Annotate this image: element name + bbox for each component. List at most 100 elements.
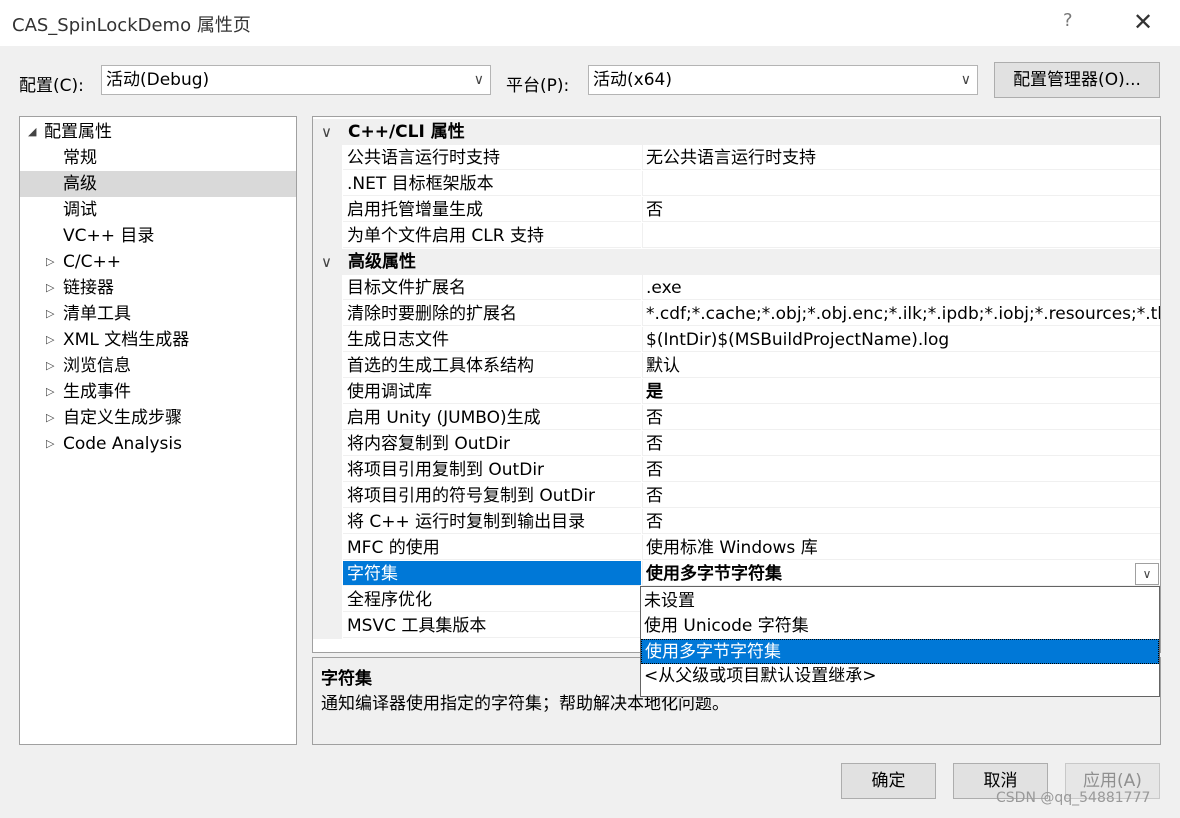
dropdown-option[interactable]: 使用多字节字符集 [641,639,1159,664]
grid-row[interactable]: 首选的生成工具体系结构 默认 [313,353,1160,379]
tree-item[interactable]: 调试 [20,197,296,223]
collapsed-arrow-icon[interactable]: ▷ [46,275,54,301]
platform-combo[interactable]: 活动(x64) ∨ [588,65,978,95]
grid-row[interactable]: 目标文件扩展名 .exe [313,275,1160,301]
grid-row[interactable]: .NET 目标框架版本 [313,171,1160,197]
chevron-down-icon[interactable]: ∨ [1135,563,1159,585]
tree-item[interactable]: ▷ 生成事件 [20,379,296,405]
collapsed-arrow-icon[interactable]: ▷ [46,301,54,327]
grid-gutter [313,327,342,353]
grid-row[interactable]: 将内容复制到 OutDir 否 [313,431,1160,457]
dropdown-option[interactable]: 未设置 [641,589,1159,614]
tree-item[interactable]: ▷ Code Analysis [20,431,296,457]
close-button[interactable]: ✕ [1133,8,1153,36]
dropdown-option[interactable]: 使用 Unicode 字符集 [641,614,1159,639]
collapsed-arrow-icon[interactable]: ▷ [46,431,54,457]
grid-gutter [313,509,342,535]
property-name[interactable]: 使用调试库 [343,379,641,404]
tree-item[interactable]: ▷ 链接器 [20,275,296,301]
property-name[interactable]: 生成日志文件 [343,327,641,352]
chevron-down-icon[interactable]: ∨ [321,119,332,145]
property-value[interactable]: 否 [642,431,1160,456]
property-grid: ∨ C++/CLI 属性 公共语言运行时支持 无公共语言运行时支持 .NET 目标框架版… [312,116,1161,653]
grid-row[interactable]: 启用托管增量生成否 [313,197,1160,223]
grid-category[interactable]: ∨ 高级属性 [313,249,1160,275]
property-name[interactable]: 首选的生成工具体系结构 [343,353,641,378]
collapsed-arrow-icon[interactable]: ▷ [46,249,54,275]
property-value[interactable]: 否 [642,197,1160,222]
grid-gutter [313,145,342,171]
property-value[interactable]: 是 [642,379,1160,404]
grid-row[interactable]: 将项目引用复制到 OutDir 否 [313,457,1160,483]
tree-item[interactable]: 高级 [20,171,296,197]
property-name[interactable]: 将项目引用复制到 OutDir [343,457,641,482]
grid-gutter [313,535,342,561]
property-value[interactable]: 无公共语言运行时支持 [642,145,1160,170]
property-name[interactable]: MFC 的使用 [343,535,641,560]
property-value[interactable]: 默认 [642,353,1160,378]
property-name[interactable]: 目标文件扩展名 [343,275,641,300]
tree-item-label: 调试 [63,200,97,220]
tree-item[interactable]: ▷ 清单工具 [20,301,296,327]
grid-row[interactable]: 为单个文件启用 CLR 支持 [313,223,1160,249]
collapsed-arrow-icon[interactable]: ▷ [46,405,54,431]
property-value[interactable]: $(IntDir)$(MSBuildProjectName).log [642,327,1160,352]
property-name[interactable]: 启用托管增量生成 [343,197,641,222]
property-name[interactable]: 清除时要删除的扩展名 [343,301,641,326]
collapsed-arrow-icon[interactable]: ▷ [46,327,54,353]
tree-item[interactable]: ▷ XML 文档生成器 [20,327,296,353]
chevron-down-icon[interactable]: ∨ [321,249,332,275]
property-value[interactable]: .exe [642,275,1160,300]
grid-row[interactable]: 启用 Unity (JUMBO)生成否 [313,405,1160,431]
help-button[interactable]: ? [1063,10,1073,31]
watermark: CSDN @qq_54881777 [996,790,1151,806]
grid-category[interactable]: ∨ C++/CLI 属性 [313,119,1160,145]
property-value[interactable]: *.cdf;*.cache;*.obj;*.obj.enc;*.ilk;*.ip… [642,301,1160,326]
grid-row[interactable]: 字符集 使用多字节字符集 ∨ [313,561,1160,587]
dropdown-option[interactable]: <从父级或项目默认设置继承> [641,664,1159,689]
grid-row[interactable]: 生成日志文件 $(IntDir)$(MSBuildProjectName).log [313,327,1160,353]
property-name[interactable]: .NET 目标框架版本 [343,171,641,196]
expanded-arrow-icon[interactable]: ◢ [28,119,36,145]
property-value[interactable] [642,223,1160,248]
description-title: 字符集 [321,669,372,689]
collapsed-arrow-icon[interactable]: ▷ [46,353,54,379]
config-combo[interactable]: 活动(Debug) ∨ [101,65,491,95]
property-value[interactable]: 否 [642,405,1160,430]
property-value[interactable]: 否 [642,509,1160,534]
property-name[interactable]: MSVC 工具集版本 [343,613,641,638]
grid-row[interactable]: MFC 的使用 使用标准 Windows 库 [313,535,1160,561]
tree-item[interactable]: ◢ 配置属性 [20,119,296,145]
property-name[interactable]: 启用 Unity (JUMBO)生成 [343,405,641,430]
property-name[interactable]: 全程序优化 [343,587,641,612]
tree-item-label: 清单工具 [63,304,131,324]
property-value[interactable]: 否 [642,457,1160,482]
ok-button[interactable]: 确定 [841,763,936,799]
property-name[interactable]: 将项目引用的符号复制到 OutDir [343,483,641,508]
property-name[interactable]: 为单个文件启用 CLR 支持 [343,223,641,248]
tree-item[interactable]: 常规 [20,145,296,171]
property-value[interactable]: 使用多字节字符集 [642,561,1160,586]
grid-gutter [313,431,342,457]
grid-row[interactable]: 清除时要删除的扩展名 *.cdf;*.cache;*.obj;*.obj.enc;… [313,301,1160,327]
grid-gutter [313,483,342,509]
property-name[interactable]: 公共语言运行时支持 [343,145,641,170]
title-bar: CAS_SpinLockDemo 属性页 ? ✕ [0,0,1180,46]
property-value[interactable]: 使用标准 Windows 库 [642,535,1160,560]
collapsed-arrow-icon[interactable]: ▷ [46,379,54,405]
property-name[interactable]: 字符集 [343,561,641,586]
grid-row[interactable]: 使用调试库是 [313,379,1160,405]
tree-item[interactable]: VC++ 目录 [20,223,296,249]
grid-row[interactable]: 将项目引用的符号复制到 OutDir 否 [313,483,1160,509]
grid-row[interactable]: 公共语言运行时支持 无公共语言运行时支持 [313,145,1160,171]
property-name[interactable]: 将内容复制到 OutDir [343,431,641,456]
config-manager-button[interactable]: 配置管理器(O)... [994,62,1160,98]
property-name[interactable]: 将 C++ 运行时复制到输出目录 [343,509,641,534]
tree-item[interactable]: ▷ 自定义生成步骤 [20,405,296,431]
tree-item[interactable]: ▷ C/C++ [20,249,296,275]
tree-item[interactable]: ▷ 浏览信息 [20,353,296,379]
property-value[interactable] [642,171,1160,196]
platform-label: 平台(P): [506,76,570,96]
property-value[interactable]: 否 [642,483,1160,508]
grid-row[interactable]: 将 C++ 运行时复制到输出目录否 [313,509,1160,535]
